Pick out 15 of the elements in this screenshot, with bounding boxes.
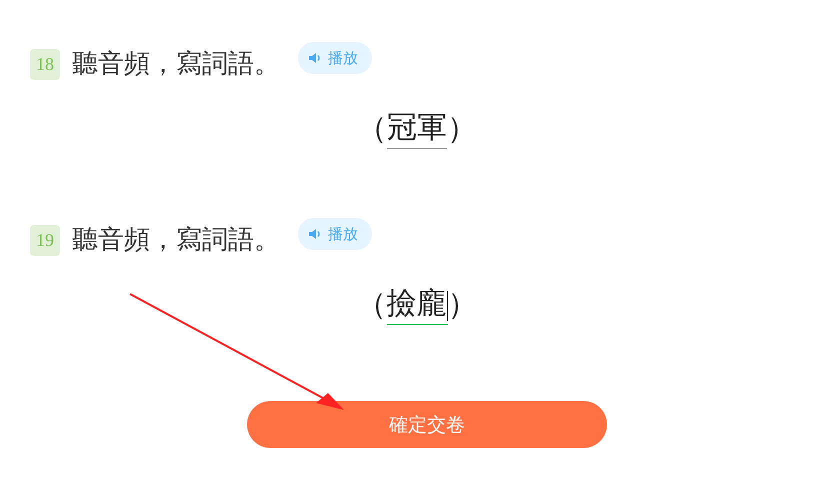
submit-button[interactable]: 確定交卷 — [247, 401, 607, 448]
bracket: （ — [356, 287, 386, 323]
answer-field[interactable]: 冠軍 — [387, 108, 447, 149]
answer-field[interactable]: 撿龐 — [386, 284, 448, 325]
play-button[interactable]: 播放 — [298, 42, 372, 74]
speaker-icon — [308, 51, 322, 65]
play-button[interactable]: 播放 — [298, 218, 372, 250]
question-prompt: 聽音頻，寫詞語。 — [72, 48, 280, 81]
speaker-icon — [308, 227, 322, 241]
bracket: ） — [447, 111, 477, 147]
question-number: 19 — [30, 225, 60, 256]
question-number: 18 — [30, 49, 60, 80]
bracket: ） — [448, 287, 478, 323]
bracket: （ — [357, 111, 387, 147]
question-prompt: 聽音頻，寫詞語。 — [72, 224, 280, 257]
